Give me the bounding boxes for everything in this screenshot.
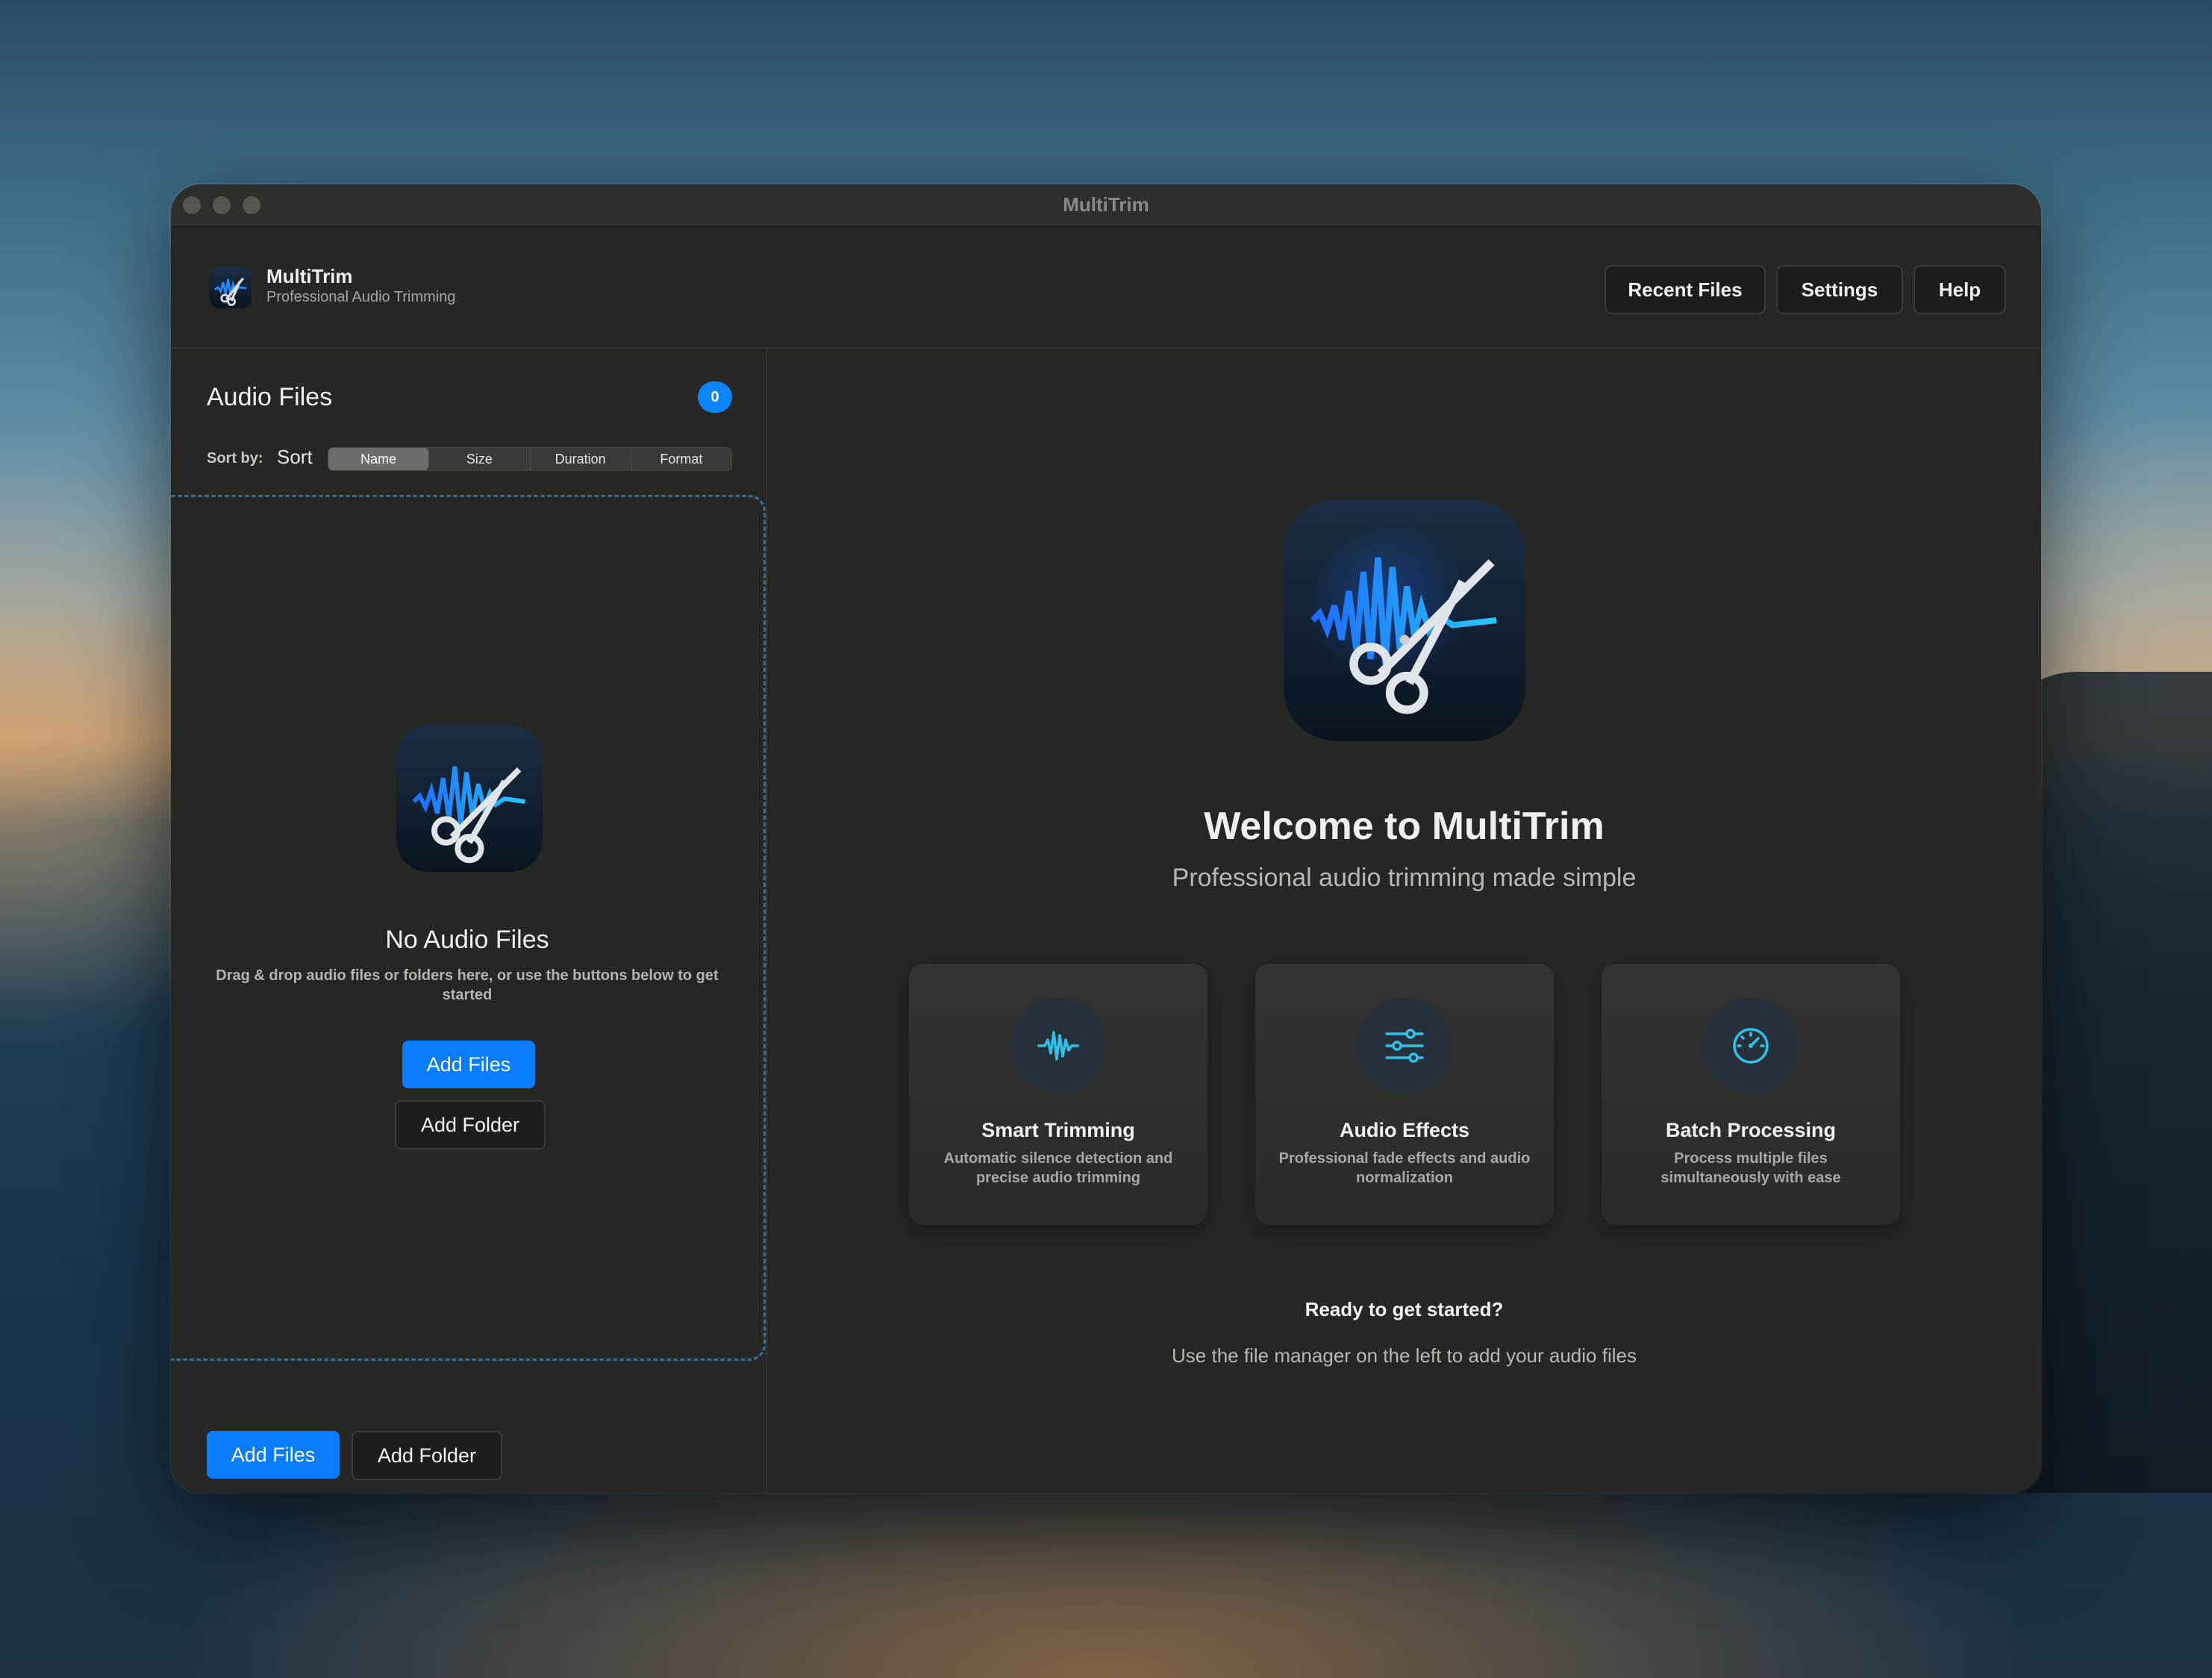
app-name: MultiTrim [266, 265, 353, 287]
recent-files-button[interactable]: Recent Files [1605, 265, 1766, 314]
add-files-button[interactable]: Add Files [402, 1041, 535, 1088]
app-header: MultiTrim Professional Audio Trimming Re… [171, 228, 2041, 349]
empty-state-description: Drag & drop audio files or folders here,… [216, 967, 719, 1003]
window-title: MultiTrim [1063, 193, 1149, 216]
feature-description: Process multiple files simultaneously wi… [1660, 1150, 1841, 1186]
app-subtitle: Professional Audio Trimming [266, 289, 456, 305]
sort-by-label: Sort by: [207, 450, 263, 467]
welcome-subtitle: Professional audio trimming made simple [1172, 864, 1637, 892]
app-window: MultiTrim MultiTrim Professional Audio T… [171, 184, 2041, 1493]
waveform-icon [1037, 1031, 1079, 1061]
feature-description: Automatic silence detection and precise … [943, 1150, 1173, 1186]
feature-card-audio-effects: Audio Effects Professional fade effects … [1255, 964, 1554, 1225]
app-logo-icon [1284, 499, 1525, 741]
ready-title: Ready to get started? [1305, 1298, 1504, 1320]
title-bar: MultiTrim [171, 184, 2041, 228]
help-button[interactable]: Help [1913, 265, 2006, 314]
app-logo-icon [396, 726, 543, 872]
sort-option-duration[interactable]: Duration [531, 448, 631, 470]
footer-add-folder-button[interactable]: Add Folder [352, 1431, 502, 1480]
file-count-badge: 0 [698, 381, 732, 413]
sort-label: Sort [277, 446, 313, 468]
empty-state-title: No Audio Files [385, 926, 549, 954]
settings-button[interactable]: Settings [1776, 265, 1903, 314]
sort-option-name[interactable]: Name [328, 448, 430, 470]
app-logo-icon [210, 266, 251, 308]
sort-option-format[interactable]: Format [631, 448, 731, 470]
file-manager-sidebar: Audio Files 0 Sort by: Sort Name Size Du… [171, 349, 767, 1493]
ready-subtitle: Use the file manager on the left to add … [1172, 1344, 1637, 1367]
footer-add-files-button[interactable]: Add Files [207, 1431, 340, 1479]
audio-files-heading: Audio Files [207, 383, 333, 411]
feature-title: Smart Trimming [981, 1119, 1135, 1141]
main-welcome-panel: Welcome to MultiTrim Professional audio … [767, 349, 2041, 1493]
welcome-title: Welcome to MultiTrim [1204, 805, 1605, 848]
sort-segmented-control: Name Size Duration Format [328, 447, 732, 471]
sliders-icon [1385, 1029, 1424, 1063]
feature-title: Audio Effects [1339, 1119, 1469, 1141]
feature-card-smart-trimming: Smart Trimming Automatic silence detecti… [909, 964, 1207, 1225]
sort-option-size[interactable]: Size [429, 448, 531, 470]
feature-card-batch-processing: Batch Processing Process multiple files … [1602, 964, 1900, 1225]
feature-description: Professional fade effects and audio norm… [1278, 1150, 1531, 1186]
gauge-icon [1733, 1028, 1769, 1064]
drop-zone[interactable]: No Audio Files Drag & drop audio files o… [171, 495, 766, 1361]
feature-title: Batch Processing [1665, 1119, 1837, 1141]
add-folder-button[interactable]: Add Folder [395, 1100, 546, 1150]
